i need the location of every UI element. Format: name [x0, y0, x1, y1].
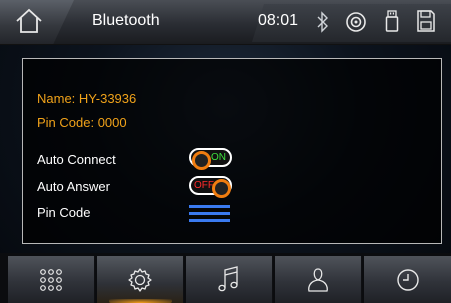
- disc-icon[interactable]: [345, 11, 367, 33]
- person-icon: [308, 267, 328, 292]
- tab-settings[interactable]: [97, 256, 184, 303]
- clock-time: 08:01: [258, 12, 299, 29]
- home-icon: [16, 8, 42, 33]
- clock-icon: [396, 268, 419, 291]
- home-button[interactable]: [0, 0, 74, 44]
- header-bar: Bluetooth 08:01: [0, 0, 451, 45]
- tab-music[interactable]: [186, 256, 273, 303]
- auto-connect-toggle[interactable]: ON: [189, 148, 232, 170]
- gear-icon: [128, 267, 152, 292]
- music-note-icon: [218, 265, 238, 291]
- tab-apps[interactable]: [8, 256, 95, 303]
- pin-code-label: Pin Code: [37, 205, 91, 220]
- toggle-state-label: OFF: [194, 180, 214, 191]
- active-tab-indicator: [109, 299, 172, 303]
- usb-icon[interactable]: [385, 9, 399, 33]
- device-pin-code: Pin Code: 0000: [37, 115, 127, 130]
- bluetooth-icon: [317, 11, 328, 33]
- auto-connect-label: Auto Connect: [37, 152, 116, 167]
- toggle-knob: [192, 151, 211, 170]
- tab-contacts[interactable]: [275, 256, 362, 303]
- auto-answer-label: Auto Answer: [37, 179, 110, 194]
- auto-answer-toggle[interactable]: OFF: [189, 176, 232, 198]
- screen: Bluetooth 08:01 Name: HY-33936 Pin Code:…: [0, 0, 451, 303]
- device-name: Name: HY-33936: [37, 91, 137, 106]
- page-title: Bluetooth: [92, 12, 160, 29]
- bottom-nav-bar: [0, 253, 451, 303]
- toggle-state-label: ON: [211, 152, 226, 163]
- grid-icon: [40, 268, 62, 291]
- toggle-knob: [212, 179, 231, 198]
- sd-card-icon[interactable]: [416, 9, 436, 33]
- pin-code-menu-icon[interactable]: [189, 205, 230, 226]
- tab-clock[interactable]: [364, 256, 451, 303]
